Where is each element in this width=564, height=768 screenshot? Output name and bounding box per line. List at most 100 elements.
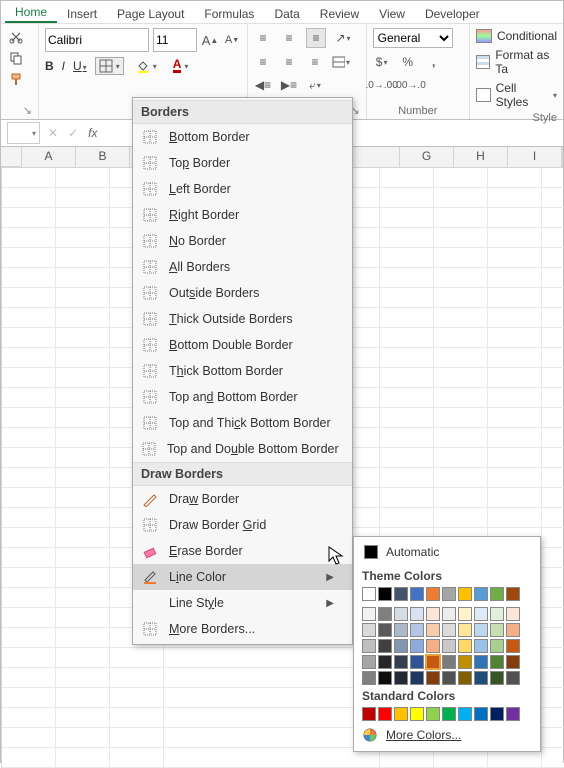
- col-header[interactable]: B: [76, 147, 130, 167]
- color-swatch[interactable]: [458, 639, 472, 653]
- col-header[interactable]: G: [400, 147, 454, 167]
- col-header[interactable]: [562, 147, 563, 167]
- border-thick_bottom[interactable]: Thick Bottom Border: [133, 358, 352, 384]
- color-swatch[interactable]: [394, 639, 408, 653]
- more-colors-button[interactable]: More Colors...: [362, 727, 532, 743]
- color-swatch[interactable]: [426, 587, 440, 601]
- color-swatch[interactable]: [458, 655, 472, 669]
- format-as-table-button[interactable]: Format as Ta: [476, 47, 557, 77]
- percent-icon[interactable]: %: [399, 53, 417, 71]
- border-top_bottom[interactable]: Top and Bottom Border: [133, 384, 352, 410]
- color-swatch[interactable]: [490, 655, 504, 669]
- decrease-font-icon[interactable]: A▼: [223, 31, 241, 49]
- color-swatch[interactable]: [490, 587, 504, 601]
- tab-page-layout[interactable]: Page Layout: [107, 4, 194, 23]
- color-swatch[interactable]: [378, 639, 392, 653]
- color-swatch[interactable]: [458, 607, 472, 621]
- border-line_style[interactable]: Line Style▶: [133, 590, 352, 616]
- copy-icon[interactable]: [7, 49, 25, 67]
- color-swatch[interactable]: [410, 707, 424, 721]
- color-swatch[interactable]: [442, 639, 456, 653]
- enter-icon[interactable]: ✓: [68, 126, 78, 140]
- color-swatch[interactable]: [506, 655, 520, 669]
- color-swatch[interactable]: [442, 707, 456, 721]
- border-top[interactable]: Top Border: [133, 150, 352, 176]
- increase-indent-icon[interactable]: ▶≡: [280, 76, 298, 94]
- font-name-combo[interactable]: [45, 28, 149, 52]
- underline-button[interactable]: U▾: [73, 59, 87, 73]
- color-swatch[interactable]: [394, 707, 408, 721]
- color-swatch[interactable]: [426, 655, 440, 669]
- border-more[interactable]: More Borders...: [133, 616, 352, 642]
- bold-button[interactable]: B: [45, 59, 54, 73]
- border-top_double_bottom[interactable]: Top and Double Bottom Border: [133, 436, 352, 462]
- color-swatch[interactable]: [378, 707, 392, 721]
- color-swatch[interactable]: [474, 671, 488, 685]
- color-swatch[interactable]: [490, 607, 504, 621]
- color-swatch[interactable]: [410, 623, 424, 637]
- color-swatch[interactable]: [410, 639, 424, 653]
- border-draw_grid[interactable]: Draw Border Grid: [133, 512, 352, 538]
- color-swatch[interactable]: [378, 607, 392, 621]
- border-left[interactable]: Left Border: [133, 176, 352, 202]
- color-swatch[interactable]: [426, 639, 440, 653]
- color-swatch[interactable]: [362, 655, 376, 669]
- color-swatch[interactable]: [426, 671, 440, 685]
- tab-view[interactable]: View: [369, 4, 415, 23]
- borders-button[interactable]: ▾: [95, 57, 124, 75]
- border-erase[interactable]: Erase Border: [133, 538, 352, 564]
- color-swatch[interactable]: [506, 587, 520, 601]
- color-swatch[interactable]: [442, 671, 456, 685]
- color-swatch[interactable]: [458, 587, 472, 601]
- increase-font-icon[interactable]: A▲: [201, 31, 219, 49]
- cell-styles-button[interactable]: Cell Styles▾: [476, 80, 557, 110]
- color-swatch[interactable]: [378, 623, 392, 637]
- border-right[interactable]: Right Border: [133, 202, 352, 228]
- color-swatch[interactable]: [490, 707, 504, 721]
- color-swatch[interactable]: [458, 707, 472, 721]
- color-swatch[interactable]: [410, 587, 424, 601]
- tab-developer[interactable]: Developer: [415, 4, 490, 23]
- tab-home[interactable]: Home: [5, 2, 57, 23]
- accounting-icon[interactable]: $▾: [373, 53, 391, 71]
- col-header[interactable]: I: [508, 147, 562, 167]
- color-swatch[interactable]: [506, 671, 520, 685]
- border-none[interactable]: No Border: [133, 228, 352, 254]
- italic-button[interactable]: I: [62, 59, 65, 73]
- color-swatch[interactable]: [490, 639, 504, 653]
- orientation-icon[interactable]: ↗▾: [334, 29, 352, 47]
- cancel-icon[interactable]: ✕: [48, 126, 58, 140]
- color-swatch[interactable]: [394, 607, 408, 621]
- conditional-formatting-button[interactable]: Conditional: [476, 28, 557, 44]
- merge-icon[interactable]: ▾: [332, 53, 350, 71]
- color-swatch[interactable]: [362, 707, 376, 721]
- color-swatch[interactable]: [474, 639, 488, 653]
- color-swatch[interactable]: [490, 671, 504, 685]
- color-swatch[interactable]: [410, 655, 424, 669]
- color-swatch[interactable]: [458, 623, 472, 637]
- color-swatch[interactable]: [490, 623, 504, 637]
- color-swatch[interactable]: [410, 607, 424, 621]
- border-bottom_double[interactable]: Bottom Double Border: [133, 332, 352, 358]
- align-right-icon[interactable]: ≡: [306, 53, 324, 71]
- border-outside[interactable]: Outside Borders: [133, 280, 352, 306]
- color-swatch[interactable]: [362, 587, 376, 601]
- color-swatch[interactable]: [442, 607, 456, 621]
- increase-decimal-icon[interactable]: .0→.00: [373, 76, 391, 94]
- border-line_color[interactable]: Line Color▶: [133, 564, 352, 590]
- color-swatch[interactable]: [506, 639, 520, 653]
- align-bottom-icon[interactable]: ≡: [306, 28, 326, 48]
- color-swatch[interactable]: [426, 707, 440, 721]
- border-thick_outside[interactable]: Thick Outside Borders: [133, 306, 352, 332]
- color-swatch[interactable]: [442, 623, 456, 637]
- color-swatch[interactable]: [394, 655, 408, 669]
- decrease-indent-icon[interactable]: ◀≡: [254, 76, 272, 94]
- color-swatch[interactable]: [474, 707, 488, 721]
- color-swatch[interactable]: [394, 671, 408, 685]
- color-swatch[interactable]: [506, 623, 520, 637]
- color-swatch[interactable]: [410, 671, 424, 685]
- font-color-button[interactable]: A▾: [169, 57, 193, 75]
- color-swatch[interactable]: [506, 607, 520, 621]
- align-left-icon[interactable]: ≡: [254, 53, 272, 71]
- comma-icon[interactable]: ,: [425, 53, 443, 71]
